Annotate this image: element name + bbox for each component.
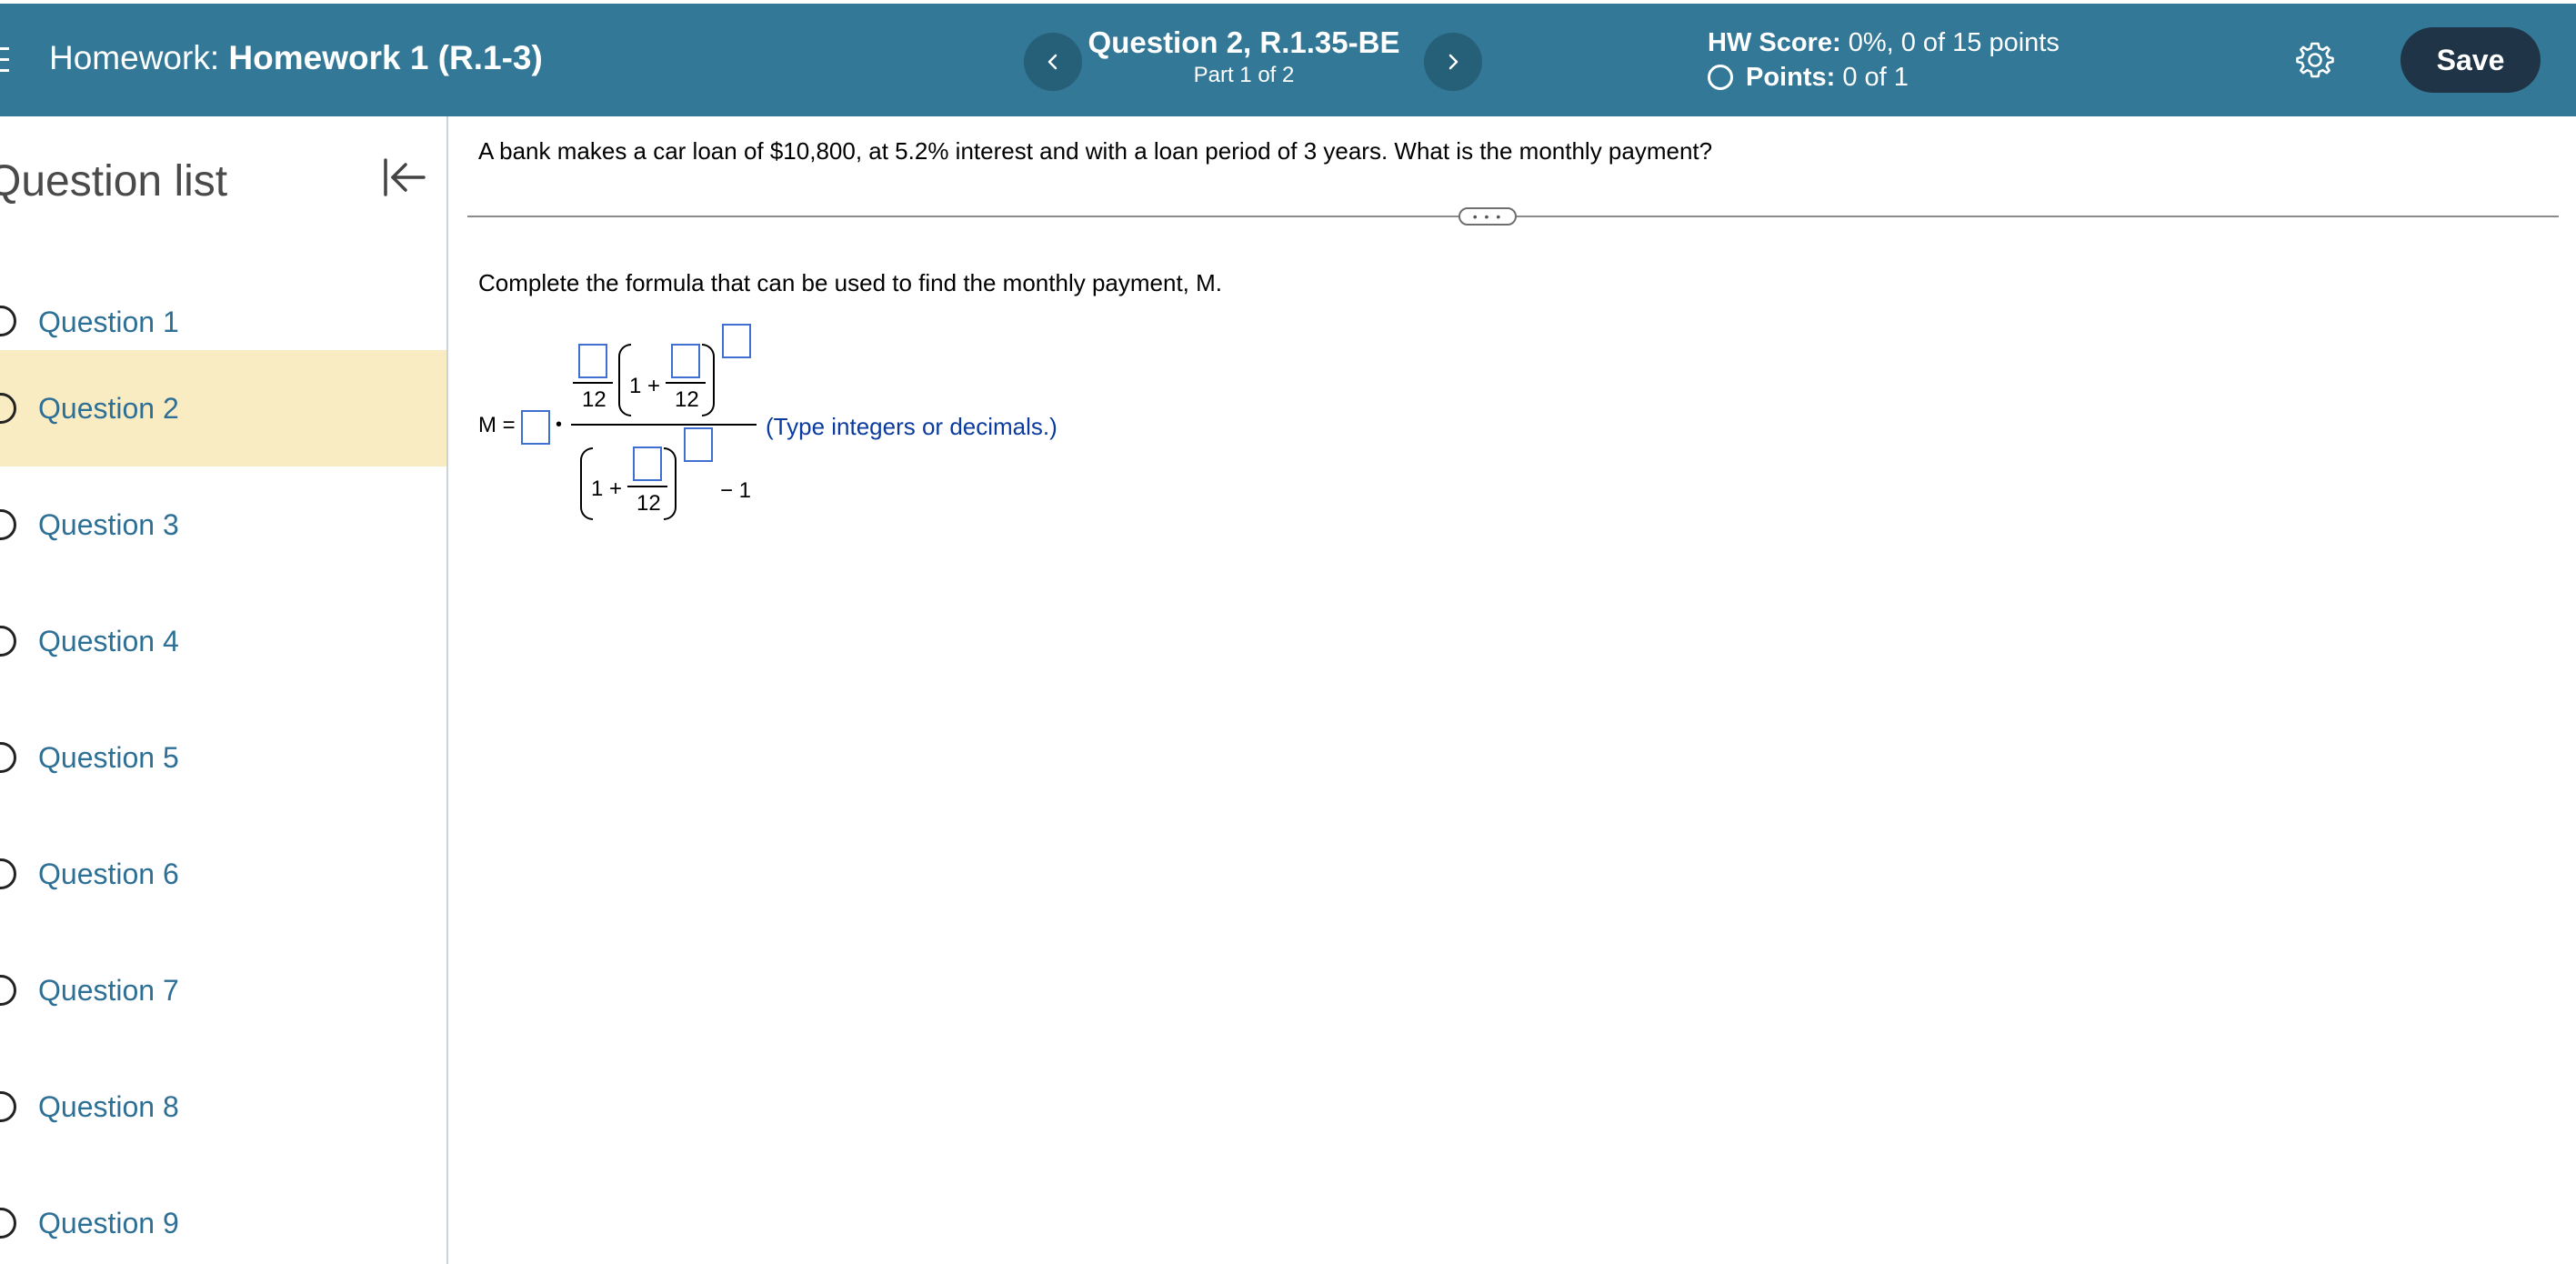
minus-one: − 1 bbox=[720, 478, 752, 503]
question-list-item-6[interactable]: Question 6 bbox=[0, 816, 446, 932]
points: Points: 0 of 1 bbox=[1708, 60, 2060, 95]
hw-score-value: 0%, 0 of 15 points bbox=[1848, 28, 2060, 57]
denominator-12: 12 bbox=[582, 387, 606, 412]
save-button[interactable]: Save bbox=[2401, 27, 2541, 93]
question-status-icon bbox=[0, 1208, 16, 1239]
expand-handle[interactable]: • • • bbox=[1458, 207, 1517, 226]
question-list-label: Question 5 bbox=[38, 740, 179, 774]
right-paren bbox=[664, 447, 677, 520]
question-list-item-4[interactable]: Question 4 bbox=[0, 583, 446, 699]
answer-hint: (Type integers or decimals.) bbox=[766, 413, 1057, 440]
question-status-icon bbox=[0, 858, 16, 889]
question-list-label: Question 8 bbox=[38, 1089, 179, 1123]
question-list-label: Question 7 bbox=[38, 973, 179, 1007]
fraction-bar bbox=[573, 382, 613, 384]
question-list-item-2[interactable]: Question 2 bbox=[0, 350, 446, 466]
menu-icon[interactable] bbox=[0, 47, 9, 73]
question-list-item-3[interactable]: Question 3 bbox=[0, 466, 446, 583]
one-plus: 1 + bbox=[591, 477, 623, 501]
rate-input-2[interactable] bbox=[671, 344, 700, 378]
question-status-icon bbox=[0, 393, 16, 424]
points-status-icon bbox=[1708, 65, 1733, 90]
question-list-item-5[interactable]: Question 5 bbox=[0, 699, 446, 816]
score-panel: HW Score: 0%, 0 of 15 points Points: 0 o… bbox=[1708, 25, 2060, 95]
homework-label: Homework: bbox=[49, 39, 220, 76]
gear-icon[interactable] bbox=[2295, 40, 2335, 80]
question-list-label: Question 9 bbox=[38, 1206, 179, 1239]
collapse-sidebar-icon[interactable] bbox=[380, 153, 429, 202]
hw-score: HW Score: 0%, 0 of 15 points bbox=[1708, 25, 2060, 60]
more-icon: • • • bbox=[1472, 209, 1503, 224]
denominator-12: 12 bbox=[636, 491, 661, 516]
principal-input[interactable] bbox=[521, 410, 550, 445]
points-value: 0 of 1 bbox=[1842, 63, 1909, 92]
question-list-panel: Question list Question 1 Question 2 Ques… bbox=[0, 116, 448, 1264]
question-status-icon bbox=[0, 306, 16, 336]
question-status-icon bbox=[0, 742, 16, 773]
formula-lhs: M = bbox=[478, 413, 516, 437]
question-list-label: Question 4 bbox=[38, 624, 179, 657]
main-fraction-bar bbox=[571, 424, 757, 426]
chevron-left-icon bbox=[1047, 54, 1057, 70]
rate-input-1[interactable] bbox=[578, 344, 607, 378]
multiply-dot: • bbox=[556, 415, 563, 435]
question-list-label: Question 6 bbox=[38, 857, 179, 890]
homework-title: Homework: Homework 1 (R.1-3) bbox=[49, 38, 543, 78]
rate-input-3[interactable] bbox=[633, 446, 662, 481]
fraction-bar bbox=[627, 486, 667, 487]
exponent-input-2[interactable] bbox=[684, 427, 713, 462]
hw-score-label: HW Score: bbox=[1708, 28, 1841, 57]
previous-question-button[interactable] bbox=[1024, 33, 1082, 91]
denominator-12: 12 bbox=[675, 387, 699, 412]
question-status-icon bbox=[0, 626, 16, 657]
question-list-item-8[interactable]: Question 8 bbox=[0, 1048, 446, 1165]
homework-name: Homework 1 (R.1-3) bbox=[228, 39, 543, 76]
question-status-icon bbox=[0, 509, 16, 540]
right-paren bbox=[702, 344, 715, 416]
instruction-text: Complete the formula that can be used to… bbox=[478, 269, 1222, 296]
points-label: Points: bbox=[1746, 63, 1836, 92]
fraction-bar bbox=[666, 382, 706, 384]
question-text: A bank makes a car loan of $10,800, at 5… bbox=[478, 137, 1713, 165]
top-bar: Homework: Homework 1 (R.1-3) Question 2,… bbox=[0, 4, 2576, 116]
chevron-right-icon bbox=[1448, 54, 1458, 70]
one-plus: 1 + bbox=[629, 374, 661, 398]
question-status-icon bbox=[0, 975, 16, 1006]
question-header: Question 2, R.1.35-BE Part 1 of 2 bbox=[1082, 24, 1406, 89]
question-list-label: Question 3 bbox=[38, 507, 179, 541]
exponent-input-1[interactable] bbox=[722, 324, 751, 358]
question-list-label: Question 2 bbox=[38, 391, 179, 425]
question-list-item-1[interactable]: Question 1 bbox=[0, 294, 446, 350]
question-list-label: Question 1 bbox=[38, 305, 179, 338]
question-list-item-7[interactable]: Question 7 bbox=[0, 932, 446, 1048]
question-list-item-9[interactable]: Question 9 bbox=[0, 1165, 446, 1264]
question-status-icon bbox=[0, 1091, 16, 1122]
next-question-button[interactable] bbox=[1424, 33, 1482, 91]
question-list-title: Question list bbox=[0, 157, 228, 206]
question-part: Part 1 of 2 bbox=[1193, 63, 1295, 87]
question-title: Question 2, R.1.35-BE bbox=[1088, 25, 1400, 59]
